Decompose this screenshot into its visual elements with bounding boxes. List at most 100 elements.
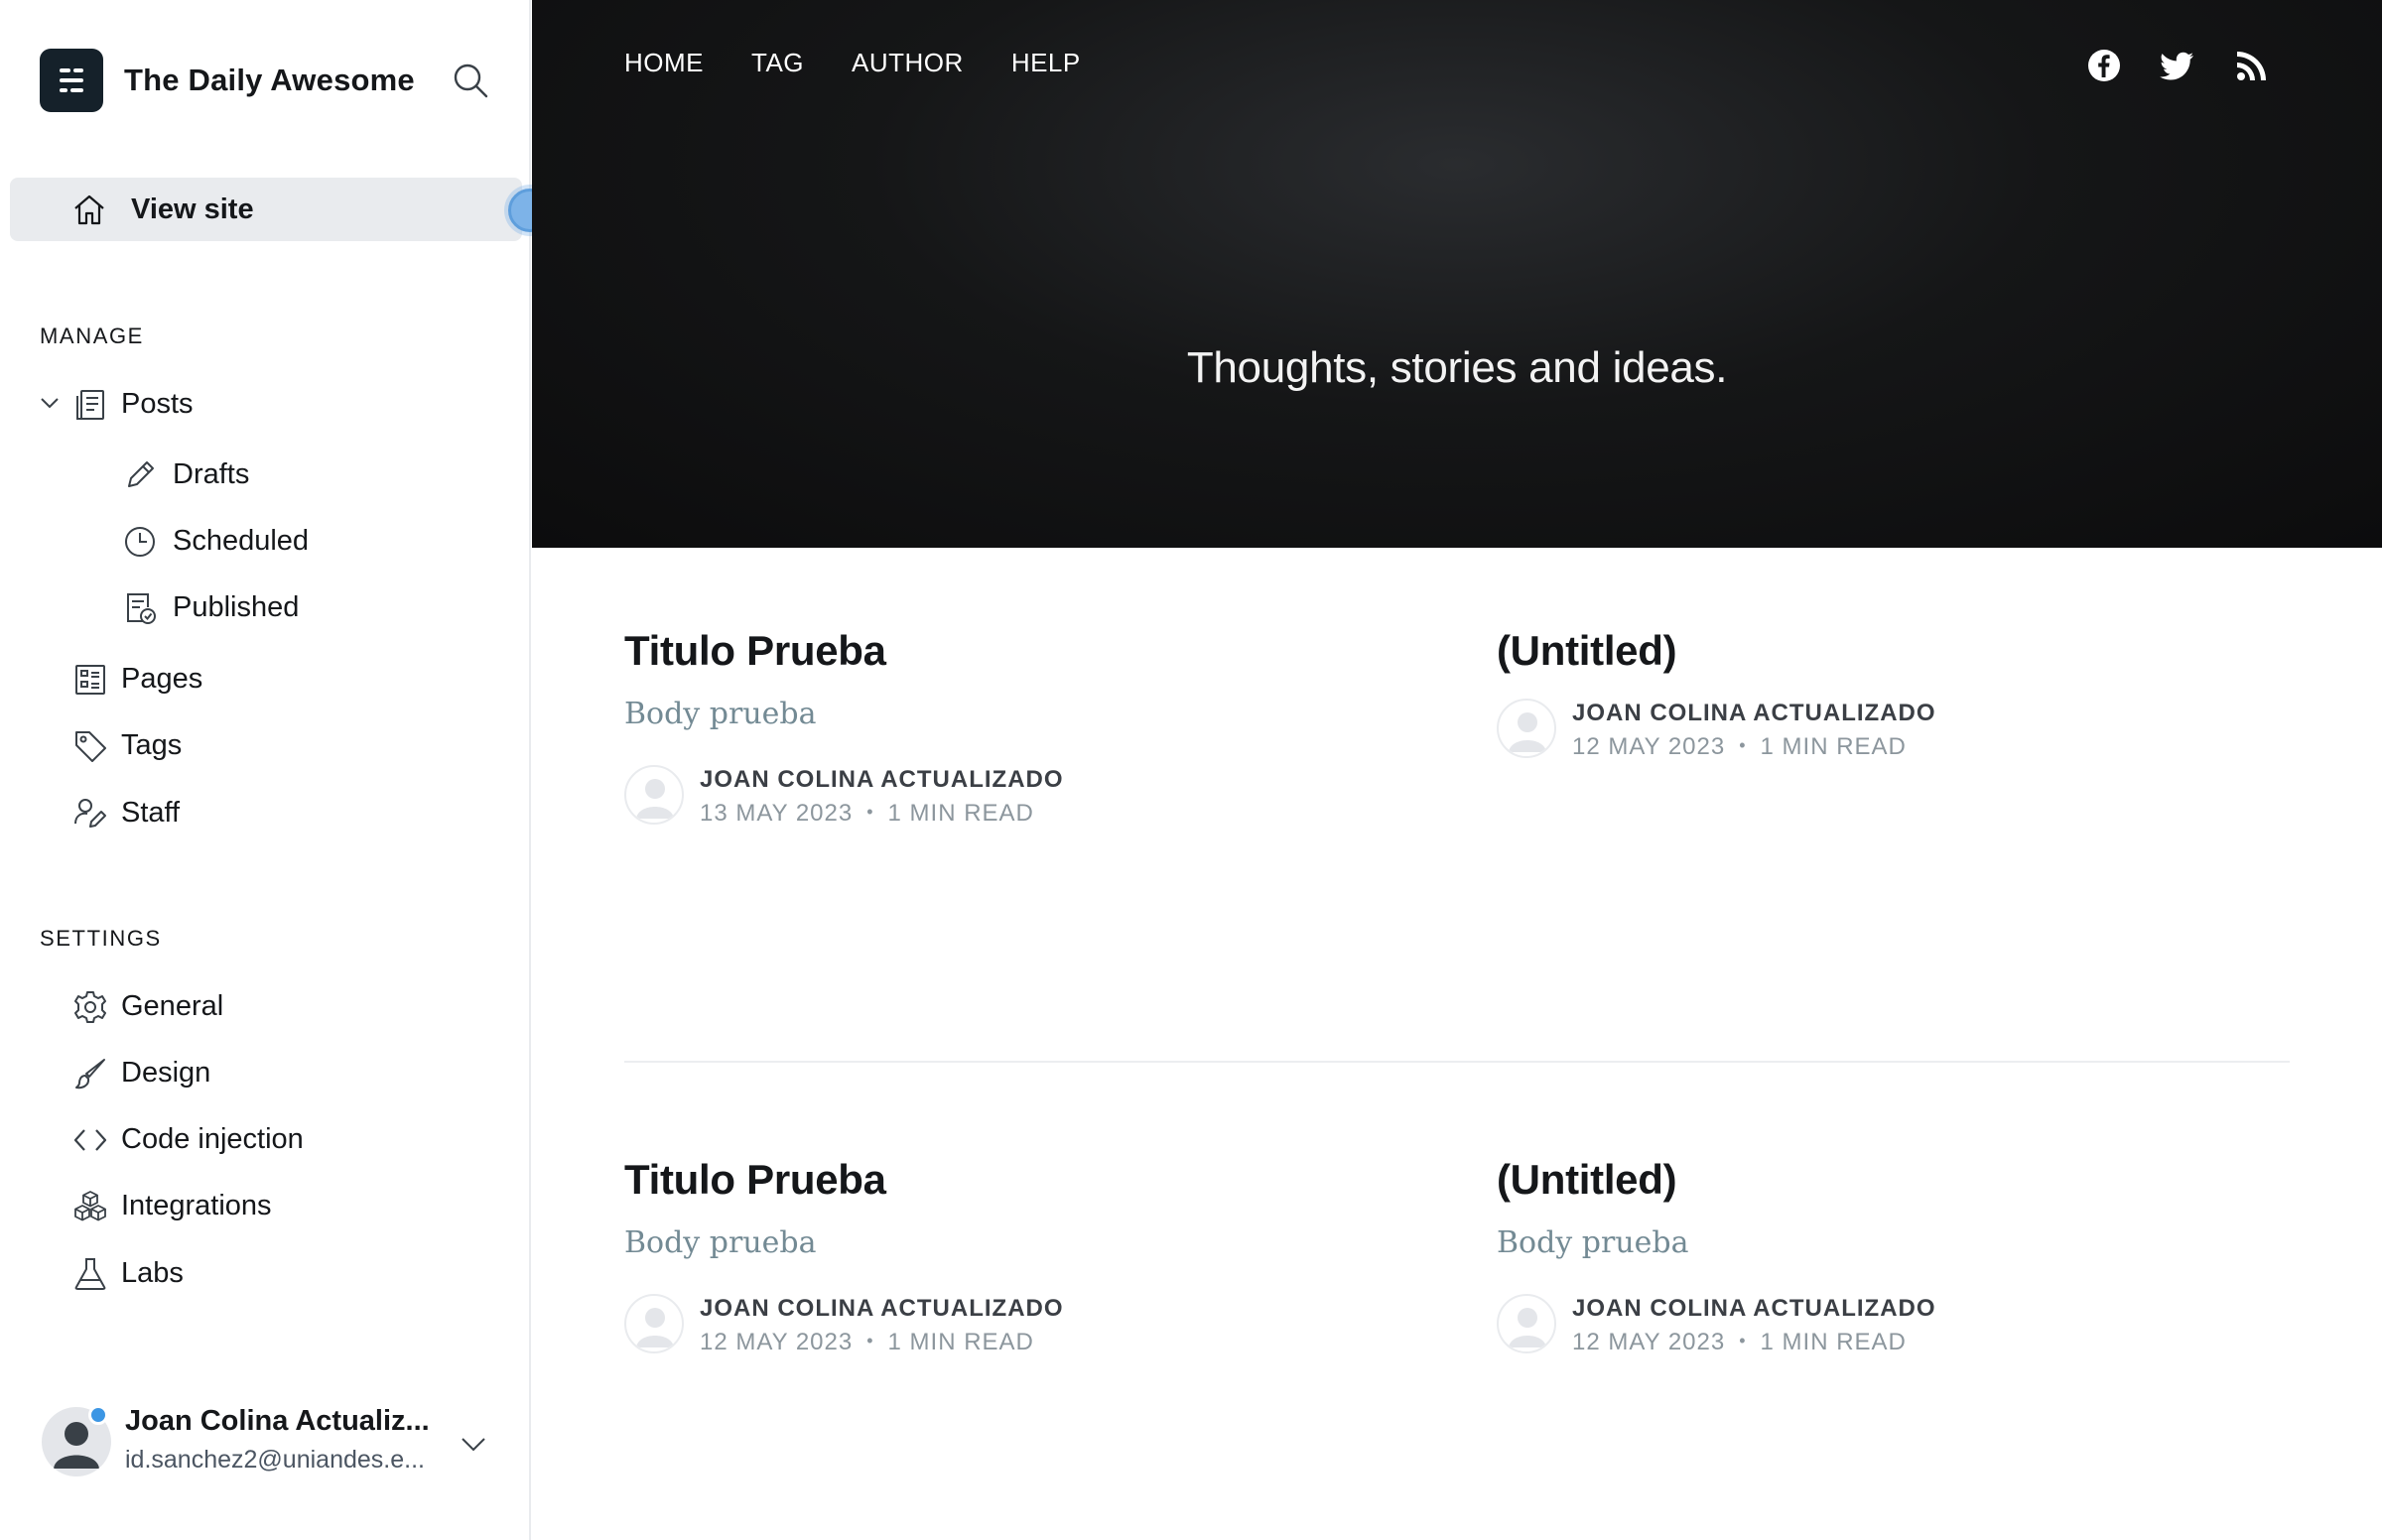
separator-dot: •: [1739, 1331, 1747, 1350]
admin-sidebar: The Daily Awesome View site MANAGE Posts…: [0, 0, 552, 1540]
sidebar-item-label: Scheduled: [173, 524, 310, 557]
published-icon: [123, 591, 157, 625]
sidebar-item-pages[interactable]: Pages: [69, 654, 516, 704]
post-reading-time: 1 MIN READ: [1760, 1329, 1907, 1355]
post-title[interactable]: (Untitled): [1497, 627, 2291, 675]
sidebar-item-label: Code injection: [121, 1122, 304, 1155]
sidebar-item-scheduled[interactable]: Scheduled: [121, 516, 518, 566]
tag-icon: [73, 729, 107, 763]
post-title[interactable]: Titulo Prueba: [624, 627, 1418, 675]
gear-icon: [73, 990, 107, 1024]
sidebar-item-label: Drafts: [173, 457, 250, 490]
post-meta: JOAN COLINA ACTUALIZADO 13 MAY 2023 • 1 MI…: [624, 765, 1418, 827]
clock-icon: [123, 525, 157, 559]
sidebar-item-published[interactable]: Published: [121, 582, 518, 632]
flask-icon: [73, 1257, 107, 1291]
post-excerpt: Body prueba: [624, 697, 817, 731]
manage-section-title: MANAGE: [40, 323, 144, 348]
post-author[interactable]: JOAN COLINA ACTUALIZADO: [700, 766, 1064, 794]
sidebar-item-label: Staff: [121, 796, 181, 829]
search-icon[interactable]: [452, 62, 491, 101]
code-icon: [73, 1123, 107, 1157]
post-date: 12 MAY 2023: [700, 1329, 854, 1355]
site-tagline: Thoughts, stories and ideas.: [1186, 343, 1728, 392]
post-date: 12 MAY 2023: [1572, 1329, 1726, 1355]
online-status-dot: [88, 1405, 108, 1425]
post-author[interactable]: JOAN COLINA ACTUALIZADO: [700, 1295, 1064, 1323]
post-card[interactable]: (Untitled) JOAN COLINA ACTUALIZADO 12 MA…: [1497, 627, 2291, 760]
author-avatar[interactable]: [1497, 1294, 1556, 1353]
sidebar-item-label: Integrations: [121, 1189, 272, 1221]
settings-section-title: SETTINGS: [40, 926, 162, 951]
post-title[interactable]: Titulo Prueba: [624, 1156, 1418, 1204]
post-dateline: 12 MAY 2023 • 1 MIN READ: [1572, 1329, 1907, 1356]
post-card[interactable]: (Untitled) Body prueba JOAN COLINA ACTUA…: [1497, 1156, 2291, 1355]
staff-icon: [73, 797, 107, 831]
sidebar-item-labs[interactable]: Labs: [69, 1248, 516, 1298]
post-meta: JOAN COLINA ACTUALIZADO 12 MAY 2023 • 1 MI…: [1497, 699, 2291, 760]
posts-icon: [73, 388, 107, 422]
sidebar-item-label: Tags: [121, 728, 183, 761]
integrations-icon: [73, 1190, 107, 1223]
post-author[interactable]: JOAN COLINA ACTUALIZADO: [1572, 1295, 1936, 1323]
site-header: HOME TAG AUTHOR HELP Thoughts, stories a…: [532, 0, 2382, 548]
post-card[interactable]: Titulo Prueba Body prueba JOAN COLINA AC…: [624, 627, 1418, 827]
sidebar-item-label: General: [121, 989, 224, 1022]
pages-icon: [73, 663, 107, 697]
sidebar-item-label: Design: [121, 1056, 211, 1089]
brush-icon: [73, 1057, 107, 1091]
nav-link-author[interactable]: AUTHOR: [852, 48, 964, 78]
sidebar-item-general[interactable]: General: [69, 981, 516, 1031]
sidebar-item-label: Posts: [121, 387, 194, 420]
post-reading-time: 1 MIN READ: [887, 1329, 1034, 1355]
post-excerpt: Body prueba: [1497, 1225, 1689, 1260]
post-date: 13 MAY 2023: [700, 800, 854, 827]
post-reading-time: 1 MIN READ: [1760, 733, 1907, 760]
nav-link-home[interactable]: HOME: [624, 48, 704, 78]
separator-dot: •: [1739, 735, 1747, 755]
feed-divider: [624, 1061, 2290, 1063]
brand-title: The Daily Awesome: [124, 63, 415, 97]
user-menu[interactable]: Joan Colina Actualiz... id.sanchez2@unia…: [40, 1401, 506, 1480]
home-icon: [71, 192, 107, 232]
author-avatar[interactable]: [624, 1294, 684, 1353]
user-name: Joan Colina Actualiz...: [125, 1405, 430, 1437]
separator-dot: •: [866, 802, 874, 822]
sidebar-item-design[interactable]: Design: [69, 1048, 516, 1097]
twitter-icon[interactable]: [2160, 48, 2195, 83]
site-preview: HOME TAG AUTHOR HELP Thoughts, stories a…: [532, 0, 2382, 1540]
view-site-label: View site: [131, 192, 254, 225]
sidebar-item-staff[interactable]: Staff: [69, 788, 516, 837]
sidebar-item-label: Published: [173, 590, 300, 623]
chevron-down-icon[interactable]: [459, 1429, 488, 1459]
post-title[interactable]: (Untitled): [1497, 1156, 2291, 1204]
sidebar-item-integrations[interactable]: Integrations: [69, 1181, 516, 1230]
sidebar-item-posts[interactable]: Posts: [69, 379, 516, 429]
user-email: id.sanchez2@uniandes.e...: [125, 1446, 425, 1474]
sidebar-item-label: Labs: [121, 1256, 184, 1289]
post-meta: JOAN COLINA ACTUALIZADO 12 MAY 2023 • 1 MI…: [1497, 1294, 2291, 1355]
author-avatar[interactable]: [1497, 699, 1556, 758]
sidebar-item-label: Pages: [121, 662, 203, 695]
post-excerpt: Body prueba: [624, 1225, 817, 1260]
separator-dot: •: [866, 1331, 874, 1350]
post-author[interactable]: JOAN COLINA ACTUALIZADO: [1572, 700, 1936, 727]
post-dateline: 13 MAY 2023 • 1 MIN READ: [700, 800, 1034, 828]
site-nav: HOME TAG AUTHOR HELP: [624, 48, 1128, 78]
post-dateline: 12 MAY 2023 • 1 MIN READ: [1572, 733, 1907, 761]
post-card[interactable]: Titulo Prueba Body prueba JOAN COLINA AC…: [624, 1156, 1418, 1355]
post-date: 12 MAY 2023: [1572, 733, 1726, 760]
facebook-icon[interactable]: [2086, 48, 2122, 83]
view-site-button[interactable]: View site: [10, 178, 522, 241]
brand-logo-icon: [40, 49, 103, 112]
author-avatar[interactable]: [624, 765, 684, 825]
rss-icon[interactable]: [2234, 48, 2270, 83]
brand[interactable]: The Daily Awesome: [40, 48, 415, 113]
nav-link-help[interactable]: HELP: [1011, 48, 1081, 78]
sidebar-item-code-injection[interactable]: Code injection: [69, 1114, 516, 1164]
sidebar-item-tags[interactable]: Tags: [69, 720, 516, 770]
nav-link-tag[interactable]: TAG: [751, 48, 804, 78]
pencil-icon: [123, 458, 157, 492]
sidebar-item-drafts[interactable]: Drafts: [121, 449, 518, 499]
chevron-down-icon[interactable]: [38, 391, 62, 415]
